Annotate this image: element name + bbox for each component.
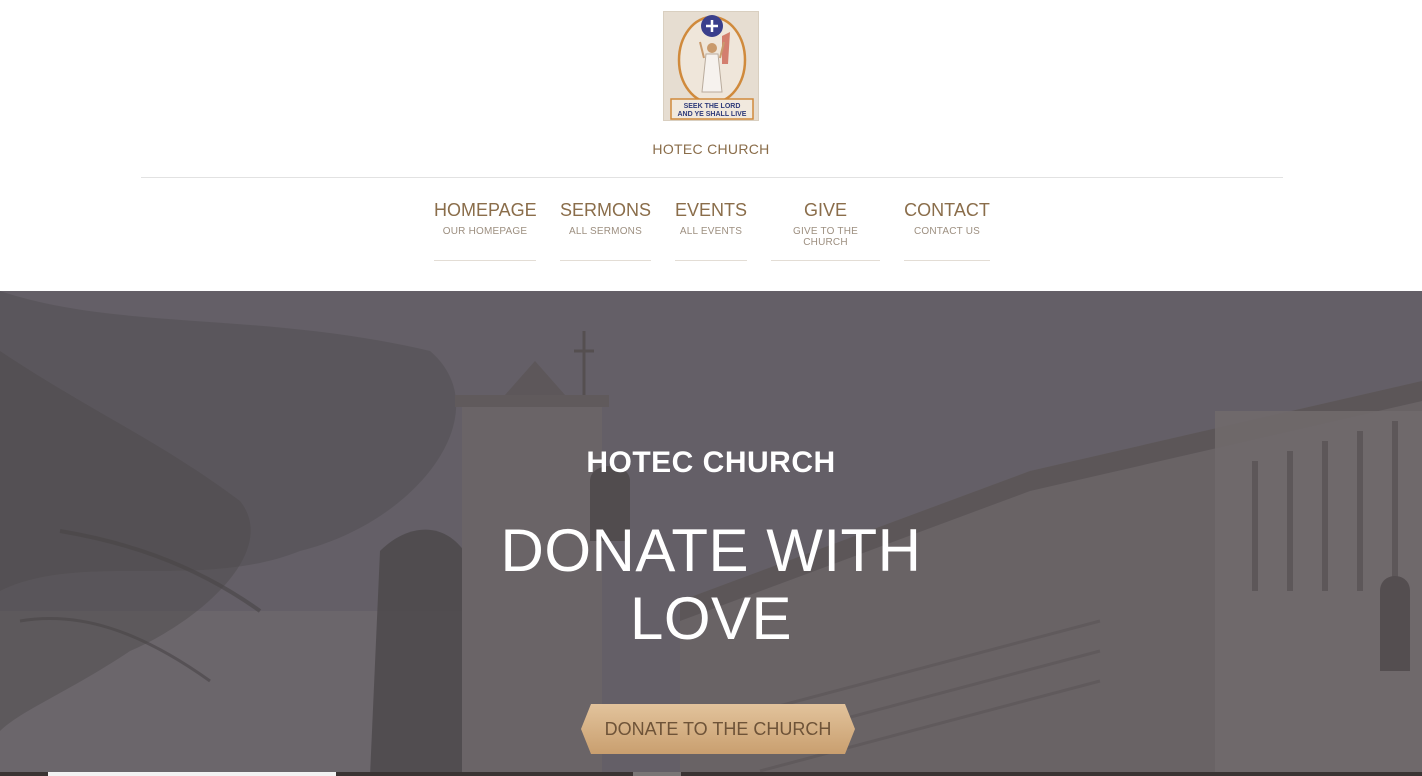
nav-label: HOMEPAGE xyxy=(434,200,537,220)
site-header: SEEK THE LORD AND YE SHALL LIVE HOTEC CH… xyxy=(0,0,1422,291)
nav-sublabel: ALL SERMONS xyxy=(569,226,642,237)
logo-text-line2: AND YE SHALL LIVE xyxy=(678,111,747,118)
nav-item-homepage[interactable]: HOMEPAGE OUR HOMEPAGE xyxy=(434,200,537,261)
hero-title-line2: LOVE xyxy=(629,585,793,652)
hero-banner: HOTEC CHURCH DONATE WITH LOVE DONATE TO … xyxy=(0,291,1422,776)
nav-sublabel: ALL EVENTS xyxy=(679,226,743,237)
church-logo-image: SEEK THE LORD AND YE SHALL LIVE xyxy=(670,15,754,120)
hero-title-line1: DONATE WITH xyxy=(500,517,922,584)
hero-title: DONATE WITH LOVE xyxy=(0,517,1422,653)
strip-segment xyxy=(633,772,681,776)
nav-sublabel: OUR HOMEPAGE xyxy=(442,226,528,237)
nav-item-sermons[interactable]: SERMONS ALL SERMONS xyxy=(560,200,651,261)
bottom-strip xyxy=(0,772,1422,776)
nav-sublabel: GIVE TO THE CHURCH xyxy=(793,226,858,248)
site-title[interactable]: HOTEC CHURCH xyxy=(0,141,1422,157)
nav-label: SERMONS xyxy=(560,200,652,220)
nav-item-contact[interactable]: CONTACT CONTACT US xyxy=(904,200,990,261)
logo-text-line1: SEEK THE LORD xyxy=(684,103,741,110)
church-logo[interactable]: SEEK THE LORD AND YE SHALL LIVE xyxy=(663,11,759,121)
strip-segment xyxy=(48,772,336,776)
nav-label: CONTACT xyxy=(904,200,990,220)
donate-button[interactable]: DONATE TO THE CHURCH xyxy=(581,704,855,754)
hero-kicker: HOTEC CHURCH xyxy=(586,446,836,479)
header-divider xyxy=(141,177,1283,178)
nav-item-events[interactable]: EVENTS ALL EVENTS xyxy=(675,200,747,261)
nav-label: GIVE xyxy=(803,200,847,220)
nav-sublabel: CONTACT US xyxy=(913,226,981,237)
nav-label: EVENTS xyxy=(675,200,748,220)
nav-item-give[interactable]: GIVE GIVE TO THE CHURCH xyxy=(771,200,880,261)
